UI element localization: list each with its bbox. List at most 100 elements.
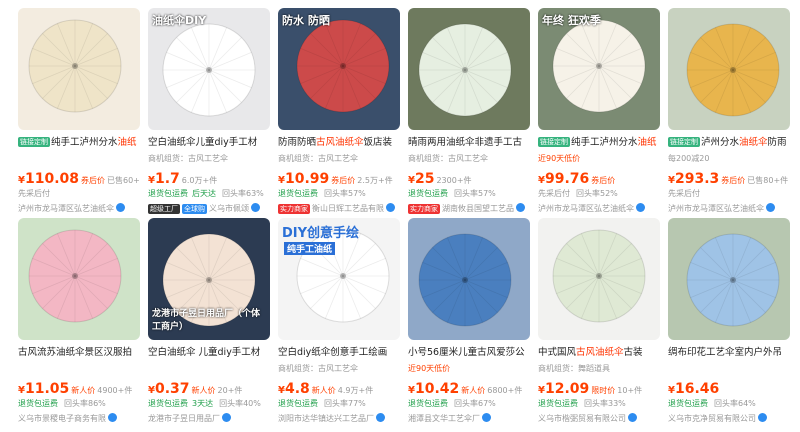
title-text: 空白油纸伞儿童diy手工材	[148, 137, 258, 148]
shop-text: 泸州市龙马潭区弘艺油纸伞	[18, 204, 114, 213]
product-extra: 先采后付	[668, 188, 790, 200]
shop-name[interactable]: 浏阳市达华镇达兴工艺品厂	[278, 413, 400, 425]
product-card[interactable]: 防水 防晒 防雨防晒古风油纸伞饭店装 商机组货：古风工艺伞 ¥10.99 券后价 2.5万…	[278, 8, 400, 218]
title-text: 纯手工泸州分水	[51, 137, 118, 148]
product-extra: 退货包运费 回头率57%	[408, 188, 530, 200]
product-card[interactable]: 年终 狂欢季 链接定制 纯手工泸州分水油纸 近90天低价 ¥99.76 券后价 先采后付 回头…	[538, 8, 660, 218]
repurchase-rate: 回头率33%	[584, 399, 626, 408]
product-image[interactable]: 油纸伞DIY	[148, 8, 270, 130]
shop-name[interactable]: 义乌市克净贸易有限公司	[668, 413, 790, 425]
product-photo	[538, 218, 660, 340]
price-tag: 新人价	[311, 386, 336, 395]
product-image[interactable]	[18, 218, 140, 340]
product-card[interactable]: 中式国风古风油纸伞古装 商机组货：舞蹈道具 ¥12.09 限时价 10+件 退货包运费 回头…	[538, 218, 660, 428]
title-highlight: 油纸	[117, 137, 137, 148]
product-title[interactable]: 古风流苏油纸伞景区汉服拍	[18, 346, 140, 360]
product-card[interactable]: 链接定制纯手工泸州分水油纸 ¥110.08券后价已售60+件先采后付泸州市龙马潭区…	[18, 8, 140, 218]
product-image[interactable]	[538, 218, 660, 340]
product-card[interactable]: DIY创意手绘 纯手工油纸 空白diy纸伞创意手工绘画 商机组货：古风工艺伞 ¥4.8 新…	[278, 218, 400, 428]
delivery-badge: 3天达	[192, 399, 214, 408]
product-price: ¥110.08券后价已售60+件	[18, 168, 140, 187]
product-card[interactable]: 晴雨两用油纸伞非遗手工古 商机组货：古风工艺伞 ¥25 2300+件 退货包运费 回头率5…	[408, 8, 530, 218]
sales-count: 10+件	[617, 386, 643, 395]
product-title[interactable]: 防雨防晒古风油纸伞饭店装	[278, 136, 400, 150]
shop-text: 义乌市克净贸易有限公司	[668, 414, 756, 423]
title-text-post: 古装	[623, 347, 643, 358]
shop-text: 义乌市楷弼贸易有限公司	[538, 414, 626, 423]
currency-symbol: ¥	[408, 385, 415, 396]
product-title[interactable]: 空白油纸伞儿童diy手工材	[148, 136, 270, 150]
product-image[interactable]	[408, 218, 530, 340]
product-extra: 退货包运费 回头率86%	[18, 398, 140, 410]
repurchase-rate: 回头率52%	[576, 189, 618, 198]
price-tag: 券后价	[331, 176, 356, 185]
extra-text: 先采后付	[538, 189, 570, 198]
shop-name[interactable]: 实力商家 湖南攸县国望工艺品	[408, 203, 530, 215]
product-title[interactable]: 绸布印花工艺伞室内户外吊	[668, 346, 790, 360]
shop-name[interactable]: 泸州市龙马潭区弘艺油纸伞	[668, 203, 790, 215]
product-title[interactable]: 链接定制 泸州分水油纸伞防雨	[668, 136, 790, 150]
product-image[interactable]	[668, 8, 790, 130]
product-title[interactable]: 空白油纸伞 儿童diy手工材	[148, 346, 270, 360]
image-overlay-text: 防水 防晒	[282, 14, 330, 27]
product-photo	[668, 218, 790, 340]
sales-count: 2300+件	[436, 176, 472, 185]
title-text: 小号56厘米儿童古风爱莎公	[408, 347, 525, 358]
certified-badge-icon	[116, 203, 125, 212]
product-price: ¥16.46	[668, 378, 790, 397]
product-image[interactable]	[408, 8, 530, 130]
product-title[interactable]: 链接定制 纯手工泸州分水油纸	[18, 136, 140, 150]
sales-count: 已售60+件	[107, 176, 140, 185]
product-title[interactable]: 空白diy纸伞创意手工绘画	[278, 346, 400, 360]
image-overlay-text: 龙港市子昱日用品厂（个体工商户）	[152, 309, 261, 332]
certified-badge-icon	[108, 413, 117, 422]
shop-name[interactable]: 义乌市楷弼贸易有限公司	[538, 413, 660, 425]
shop-name[interactable]: 义乌市景稷电子商务有限	[18, 413, 140, 425]
product-image[interactable]: 防水 防晒	[278, 8, 400, 130]
shop-text: 泸州市龙马潭区弘艺油纸伞	[668, 204, 764, 213]
product-image[interactable]	[668, 218, 790, 340]
product-price: ¥4.8 新人价 4.9万+件	[278, 378, 400, 397]
title-highlight: 古风油纸伞	[576, 347, 624, 358]
product-card[interactable]: 龙港市子昱日用品厂（个体工商户） 空白油纸伞 儿童diy手工材 ¥0.37 新人价 20…	[148, 218, 270, 428]
product-title[interactable]: 链接定制 纯手工泸州分水油纸	[538, 136, 660, 150]
product-card[interactable]: 油纸伞DIY 空白油纸伞儿童diy手工材 商机组货：古风工艺伞 ¥1.7 6.0万+件退…	[148, 8, 270, 218]
shop-name[interactable]: 湘潭县文华工艺伞厂	[408, 413, 530, 425]
image-overlay-text: 年终 狂欢季	[542, 14, 601, 27]
product-card[interactable]: 古风流苏油纸伞景区汉服拍 ¥11.05 新人价 4900+件 退货包运费 回头率86% 义乌…	[18, 218, 140, 428]
price-tag: 券后价	[591, 176, 616, 185]
product-card[interactable]: 绸布印花工艺伞室内户外吊 ¥16.46 退货包运费 回头率64% 义乌市克净贸易有限公司	[668, 218, 790, 428]
sales-count: 2.5万+件	[357, 176, 393, 185]
price-tag: 新人价	[71, 386, 96, 395]
product-subtitle: 商机组货：古风工艺伞	[278, 154, 358, 163]
return-shipping-badge: 退货包运费	[408, 399, 448, 408]
product-card[interactable]: 链接定制 泸州分水油纸伞防雨 每200减20 ¥293.3 券后价 已售80+件 先采后付泸…	[668, 8, 790, 218]
product-title[interactable]: 中式国风古风油纸伞古装	[538, 346, 660, 360]
product-image[interactable]: DIY创意手绘 纯手工油纸	[278, 218, 400, 340]
product-subtitle: 商机组货：古风工艺伞	[148, 154, 228, 163]
shop-name[interactable]: 龙港市子昱日用品厂	[148, 413, 270, 425]
shop-text: 湘潭县文华工艺伞厂	[408, 414, 480, 423]
price-tag: 券后价	[81, 176, 105, 185]
image-overlay-subtext: 纯手工油纸	[284, 242, 336, 255]
price-value: 1.7	[154, 171, 180, 187]
return-shipping-badge: 退货包运费	[278, 399, 318, 408]
delivery-badge: 后天达	[192, 189, 216, 198]
product-image[interactable]: 年终 狂欢季	[538, 8, 660, 130]
product-photo	[668, 8, 790, 130]
product-title[interactable]: 小号56厘米儿童古风爱莎公	[408, 346, 530, 360]
currency-symbol: ¥	[668, 385, 675, 396]
repurchase-rate: 回头率77%	[324, 399, 366, 408]
product-title[interactable]: 晴雨两用油纸伞非遗手工古	[408, 136, 530, 150]
currency-symbol: ¥	[148, 175, 155, 186]
product-price: ¥25 2300+件	[408, 168, 530, 187]
shop-text: 龙港市子昱日用品厂	[148, 414, 220, 423]
product-card[interactable]: 小号56厘米儿童古风爱莎公 近90天低价 ¥10.42 新人价 6800+件 退货包运费回…	[408, 218, 530, 428]
shop-name[interactable]: 泸州市龙马潭区弘艺油纸伞	[538, 203, 660, 215]
shop-name[interactable]: 泸州市龙马潭区弘艺油纸伞	[18, 203, 140, 215]
product-image[interactable]: 龙港市子昱日用品厂（个体工商户）	[148, 218, 270, 340]
shop-name[interactable]: 超级工厂 全球购 义乌市佩颂	[148, 203, 270, 215]
product-image[interactable]	[18, 8, 140, 130]
sales-count: 6.0万+件	[181, 176, 218, 185]
shop-name[interactable]: 实力商家 衡山日辉工艺品有限	[278, 203, 400, 215]
